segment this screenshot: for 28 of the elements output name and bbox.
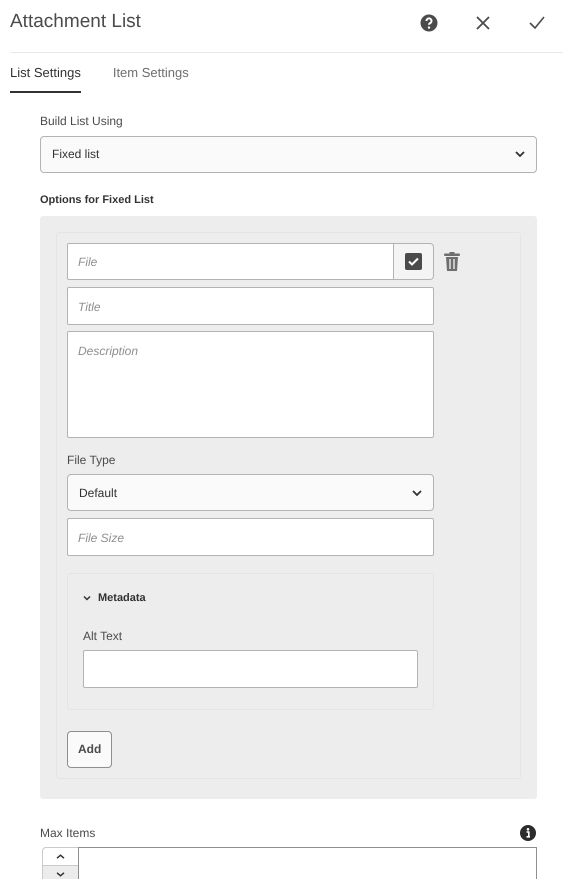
field-label: Alt Text xyxy=(83,628,124,644)
check-icon xyxy=(405,253,422,270)
section-heading: Options for Fixed List xyxy=(40,192,155,208)
input-field[interactable] xyxy=(83,650,418,688)
close-icon xyxy=(476,16,490,30)
dropdown[interactable]: Default xyxy=(67,474,434,511)
chevron-down-icon xyxy=(412,490,422,496)
dropdown[interactable]: Fixed list xyxy=(40,136,537,172)
delete-button[interactable] xyxy=(444,252,460,271)
info-icon xyxy=(520,824,536,840)
field-label: Max Items xyxy=(40,824,96,842)
collapsible-header[interactable]: Metadata xyxy=(83,590,146,606)
add-button[interactable]: Add xyxy=(67,730,112,768)
check-icon xyxy=(529,16,545,29)
checkbox[interactable] xyxy=(394,243,434,280)
trash-icon xyxy=(444,252,460,271)
chevron-down-icon xyxy=(83,594,91,602)
field-label: File Type xyxy=(67,452,116,469)
window-title: Attachment List xyxy=(10,10,142,34)
help-icon xyxy=(420,14,438,32)
tab[interactable]: Item Settings xyxy=(112,63,189,92)
tab[interactable]: List Settings xyxy=(10,63,81,92)
chevron-up-icon xyxy=(56,854,65,859)
chevron-down-icon xyxy=(56,872,65,878)
chevron-down-icon xyxy=(515,151,525,157)
field-label: Build List Using xyxy=(40,112,124,130)
decrement-button[interactable] xyxy=(42,866,78,879)
number-field[interactable] xyxy=(78,846,537,879)
